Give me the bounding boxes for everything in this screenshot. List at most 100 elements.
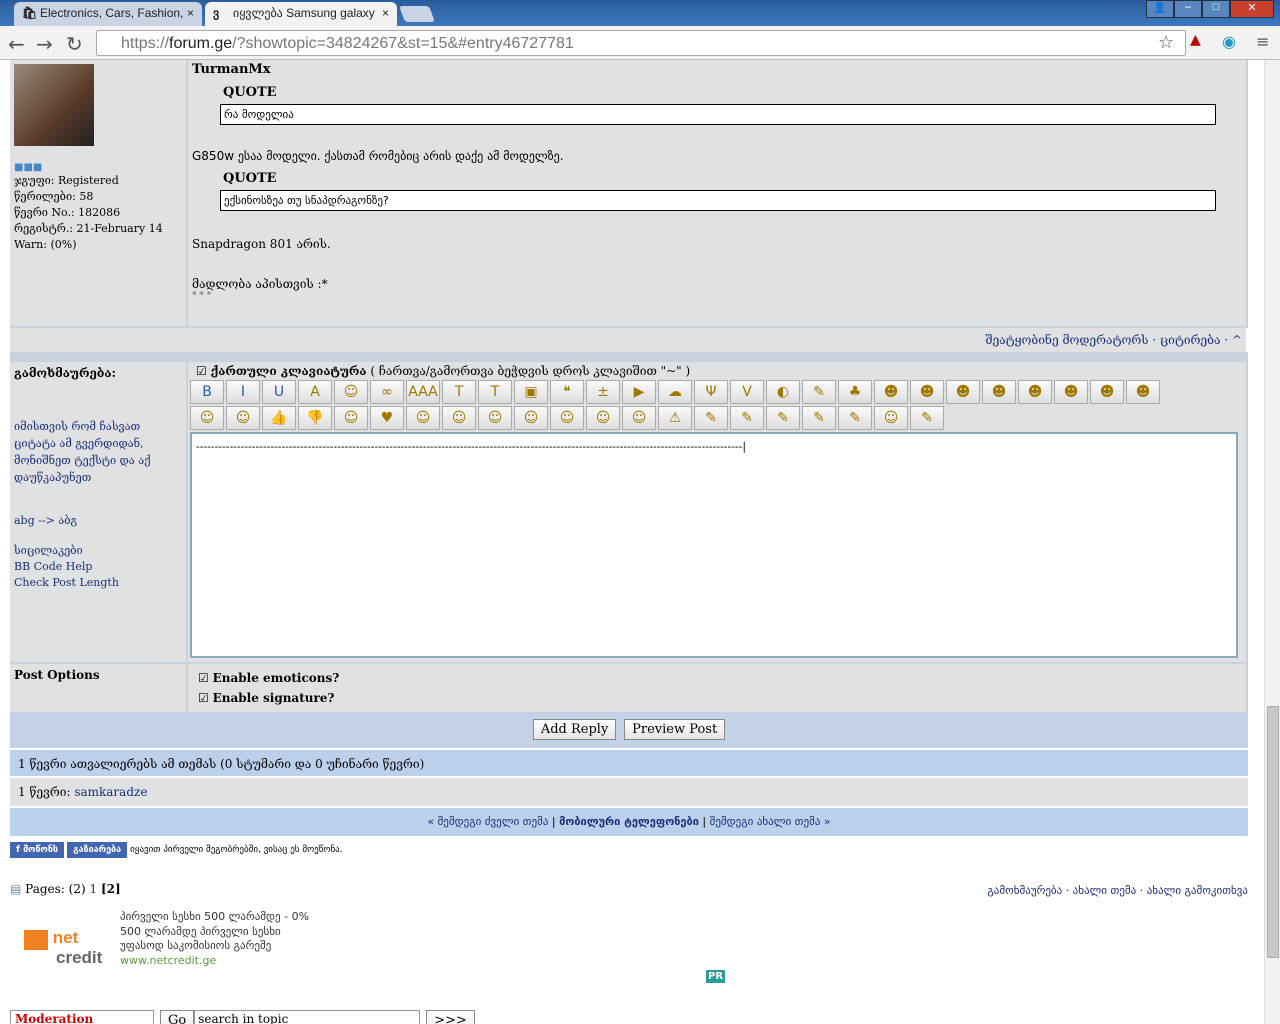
facebook-like-button[interactable]: f მოწონს: [10, 842, 65, 858]
editor-tool-button[interactable]: ☺: [622, 406, 656, 430]
member-link[interactable]: samkaradze: [74, 785, 147, 799]
tab-forum[interactable]: ვ იყვლება Samsung galaxy ×: [205, 2, 397, 26]
pdf-extension-icon[interactable]: ▲: [1190, 32, 1201, 48]
add-reply-button[interactable]: Add Reply: [532, 719, 617, 740]
close-window-button[interactable]: ✕: [1230, 0, 1274, 18]
editor-tool-button[interactable]: ✎: [730, 406, 764, 430]
search-topic-input[interactable]: search in topic: [194, 1010, 421, 1024]
editor-tool-button[interactable]: ☺: [586, 406, 620, 430]
editor-tool-button[interactable]: ☺: [550, 406, 584, 430]
netcredit-logo: net credit: [24, 929, 104, 966]
editor-tool-button[interactable]: A: [298, 380, 332, 404]
keyboard-checkbox[interactable]: ☑: [196, 364, 207, 378]
editor-tool-button[interactable]: ☺: [190, 406, 224, 430]
next-topic-link[interactable]: შემდეგი ახალი თემა »: [710, 815, 831, 828]
editor-tool-button[interactable]: ☺: [226, 406, 260, 430]
close-tab-icon[interactable]: ×: [382, 6, 389, 20]
editor-tool-button[interactable]: ☻: [1054, 380, 1088, 404]
scrollbar-thumb[interactable]: [1267, 706, 1279, 958]
editor-tool-button[interactable]: ⚠: [658, 406, 692, 430]
facebook-share-button[interactable]: გაზიარება: [67, 842, 128, 858]
preview-post-button[interactable]: Preview Post: [624, 719, 726, 740]
editor-tool-button[interactable]: ☺: [334, 380, 368, 404]
editor-tool-button[interactable]: ✎: [766, 406, 800, 430]
avatar: [14, 64, 94, 146]
smilies-link[interactable]: სიცილაკები: [14, 543, 182, 559]
moderation-select[interactable]: Moderation Options ▾: [10, 1010, 154, 1024]
quote-box: რა მოდელია: [220, 104, 1216, 125]
address-bar[interactable]: https://forum.ge/?showtopic=34824267&st=…: [96, 30, 1186, 56]
editor-tool-button[interactable]: ☻: [910, 380, 944, 404]
minimize-button[interactable]: –: [1174, 0, 1202, 18]
close-tab-icon[interactable]: ×: [187, 6, 194, 20]
extension-icon[interactable]: ◉: [1222, 32, 1236, 51]
back-icon[interactable]: ←: [8, 32, 25, 56]
forum-link[interactable]: მობილური ტელეფონები: [559, 815, 699, 828]
editor-tool-button[interactable]: Ψ: [694, 380, 728, 404]
editor-tool-button[interactable]: U: [262, 380, 296, 404]
editor-tool-button[interactable]: ✎: [838, 406, 872, 430]
new-tab-button[interactable]: [399, 6, 435, 22]
bookmark-star-icon[interactable]: ☆: [1158, 32, 1174, 53]
editor-tool-button[interactable]: T: [442, 380, 476, 404]
user-icon[interactable]: 👤: [1146, 0, 1174, 18]
editor-tool-button[interactable]: ♣: [838, 380, 872, 404]
post-actions[interactable]: შეატყობინე მოდერატორს · ციტირება · ^: [985, 333, 1242, 347]
reply-textarea[interactable]: ----------------------------------------…: [190, 432, 1238, 658]
editor-tool-button[interactable]: V: [730, 380, 764, 404]
forward-icon[interactable]: →: [36, 32, 53, 56]
quote-hint-link[interactable]: იმისთვის რომ ჩასვათ ციტატა ამ გვერდიდან,…: [14, 418, 182, 486]
editor-tool-button[interactable]: T: [478, 380, 512, 404]
editor-tool-button[interactable]: ▣: [514, 380, 548, 404]
prev-topic-link[interactable]: « შემდეგი ძველი თემა: [427, 815, 548, 828]
editor-tool-button[interactable]: ✎: [910, 406, 944, 430]
editor-tool-button[interactable]: I: [226, 380, 260, 404]
browser-toolbar: ← → ↻ https://forum.ge/?showtopic=348242…: [0, 26, 1280, 60]
maximize-button[interactable]: □: [1202, 0, 1230, 18]
scrollbar[interactable]: [1264, 60, 1280, 1024]
editor-toolbar-row2: ☺ ☺ 👍 👎 ☺ ♥ ☺ ☺ ☺ ☺ ☺ ☺ ☺ ⚠ ✎ ✎ ✎ ✎ ✎ ☺ ✎: [190, 406, 1244, 432]
page-1-link[interactable]: 1: [90, 882, 98, 896]
keyboard-label: ქართული კლავიატურა: [210, 364, 367, 378]
editor-tool-button[interactable]: 👍: [262, 406, 296, 430]
editor-tool-button[interactable]: ±: [586, 380, 620, 404]
editor-tool-button[interactable]: ∞: [370, 380, 404, 404]
editor-tool-button[interactable]: AAA: [406, 380, 440, 404]
editor-tool-button[interactable]: ☺: [478, 406, 512, 430]
editor-tool-button[interactable]: ✎: [802, 380, 836, 404]
ad-block[interactable]: პირველი სესხი 500 ლარამდე - 0% 500 ლარამდ…: [120, 910, 309, 968]
editor-tool-button[interactable]: ☻: [1018, 380, 1052, 404]
reload-icon[interactable]: ↻: [66, 32, 83, 56]
pr-badge: PR: [706, 970, 726, 983]
signature-checkbox[interactable]: ☑: [198, 691, 209, 705]
editor-tool-button[interactable]: ✎: [694, 406, 728, 430]
editor-tool-button[interactable]: ☺: [874, 406, 908, 430]
search-submit-button[interactable]: >>>: [426, 1010, 475, 1024]
editor-tool-button[interactable]: ✎: [802, 406, 836, 430]
go-button[interactable]: Go: [160, 1010, 195, 1024]
editor-tool-button[interactable]: ☻: [1090, 380, 1124, 404]
editor-toolbar-row1: B I U A ☺ ∞ AAA T T ▣ ❝ ± ▶ ☁ Ψ V ◐ ✎ ♣ ☻ ☻ ☻ ☻ ☻ ☻ ☻ ☻: [190, 380, 1244, 406]
editor-tool-button[interactable]: ☻: [982, 380, 1016, 404]
editor-tool-button[interactable]: ☻: [874, 380, 908, 404]
bbcode-help-link[interactable]: BB Code Help: [14, 559, 182, 575]
tab-electronics[interactable]: 🛍 Electronics, Cars, Fashion, ×: [14, 2, 202, 26]
bottom-action-links[interactable]: გამოხმაურება · ახალი თემა · ახალი გამოკი…: [987, 884, 1248, 897]
check-length-link[interactable]: Check Post Length: [14, 575, 182, 591]
editor-tool-button[interactable]: ☺: [442, 406, 476, 430]
emoticons-checkbox[interactable]: ☑: [198, 671, 209, 685]
editor-tool-button[interactable]: ☁: [658, 380, 692, 404]
transliteration-link[interactable]: abg --> აბგ: [14, 514, 182, 527]
editor-tool-button[interactable]: ☻: [1126, 380, 1160, 404]
editor-tool-button[interactable]: ◐: [766, 380, 800, 404]
editor-tool-button[interactable]: ☺: [406, 406, 440, 430]
editor-tool-button[interactable]: ☺: [514, 406, 548, 430]
editor-tool-button[interactable]: ▶: [622, 380, 656, 404]
editor-tool-button[interactable]: ☺: [334, 406, 368, 430]
editor-tool-button[interactable]: ♥: [370, 406, 404, 430]
menu-icon[interactable]: ≡: [1256, 32, 1269, 51]
editor-tool-button[interactable]: B: [190, 380, 224, 404]
editor-tool-button[interactable]: 👎: [298, 406, 332, 430]
editor-tool-button[interactable]: ☻: [946, 380, 980, 404]
editor-tool-button[interactable]: ❝: [550, 380, 584, 404]
